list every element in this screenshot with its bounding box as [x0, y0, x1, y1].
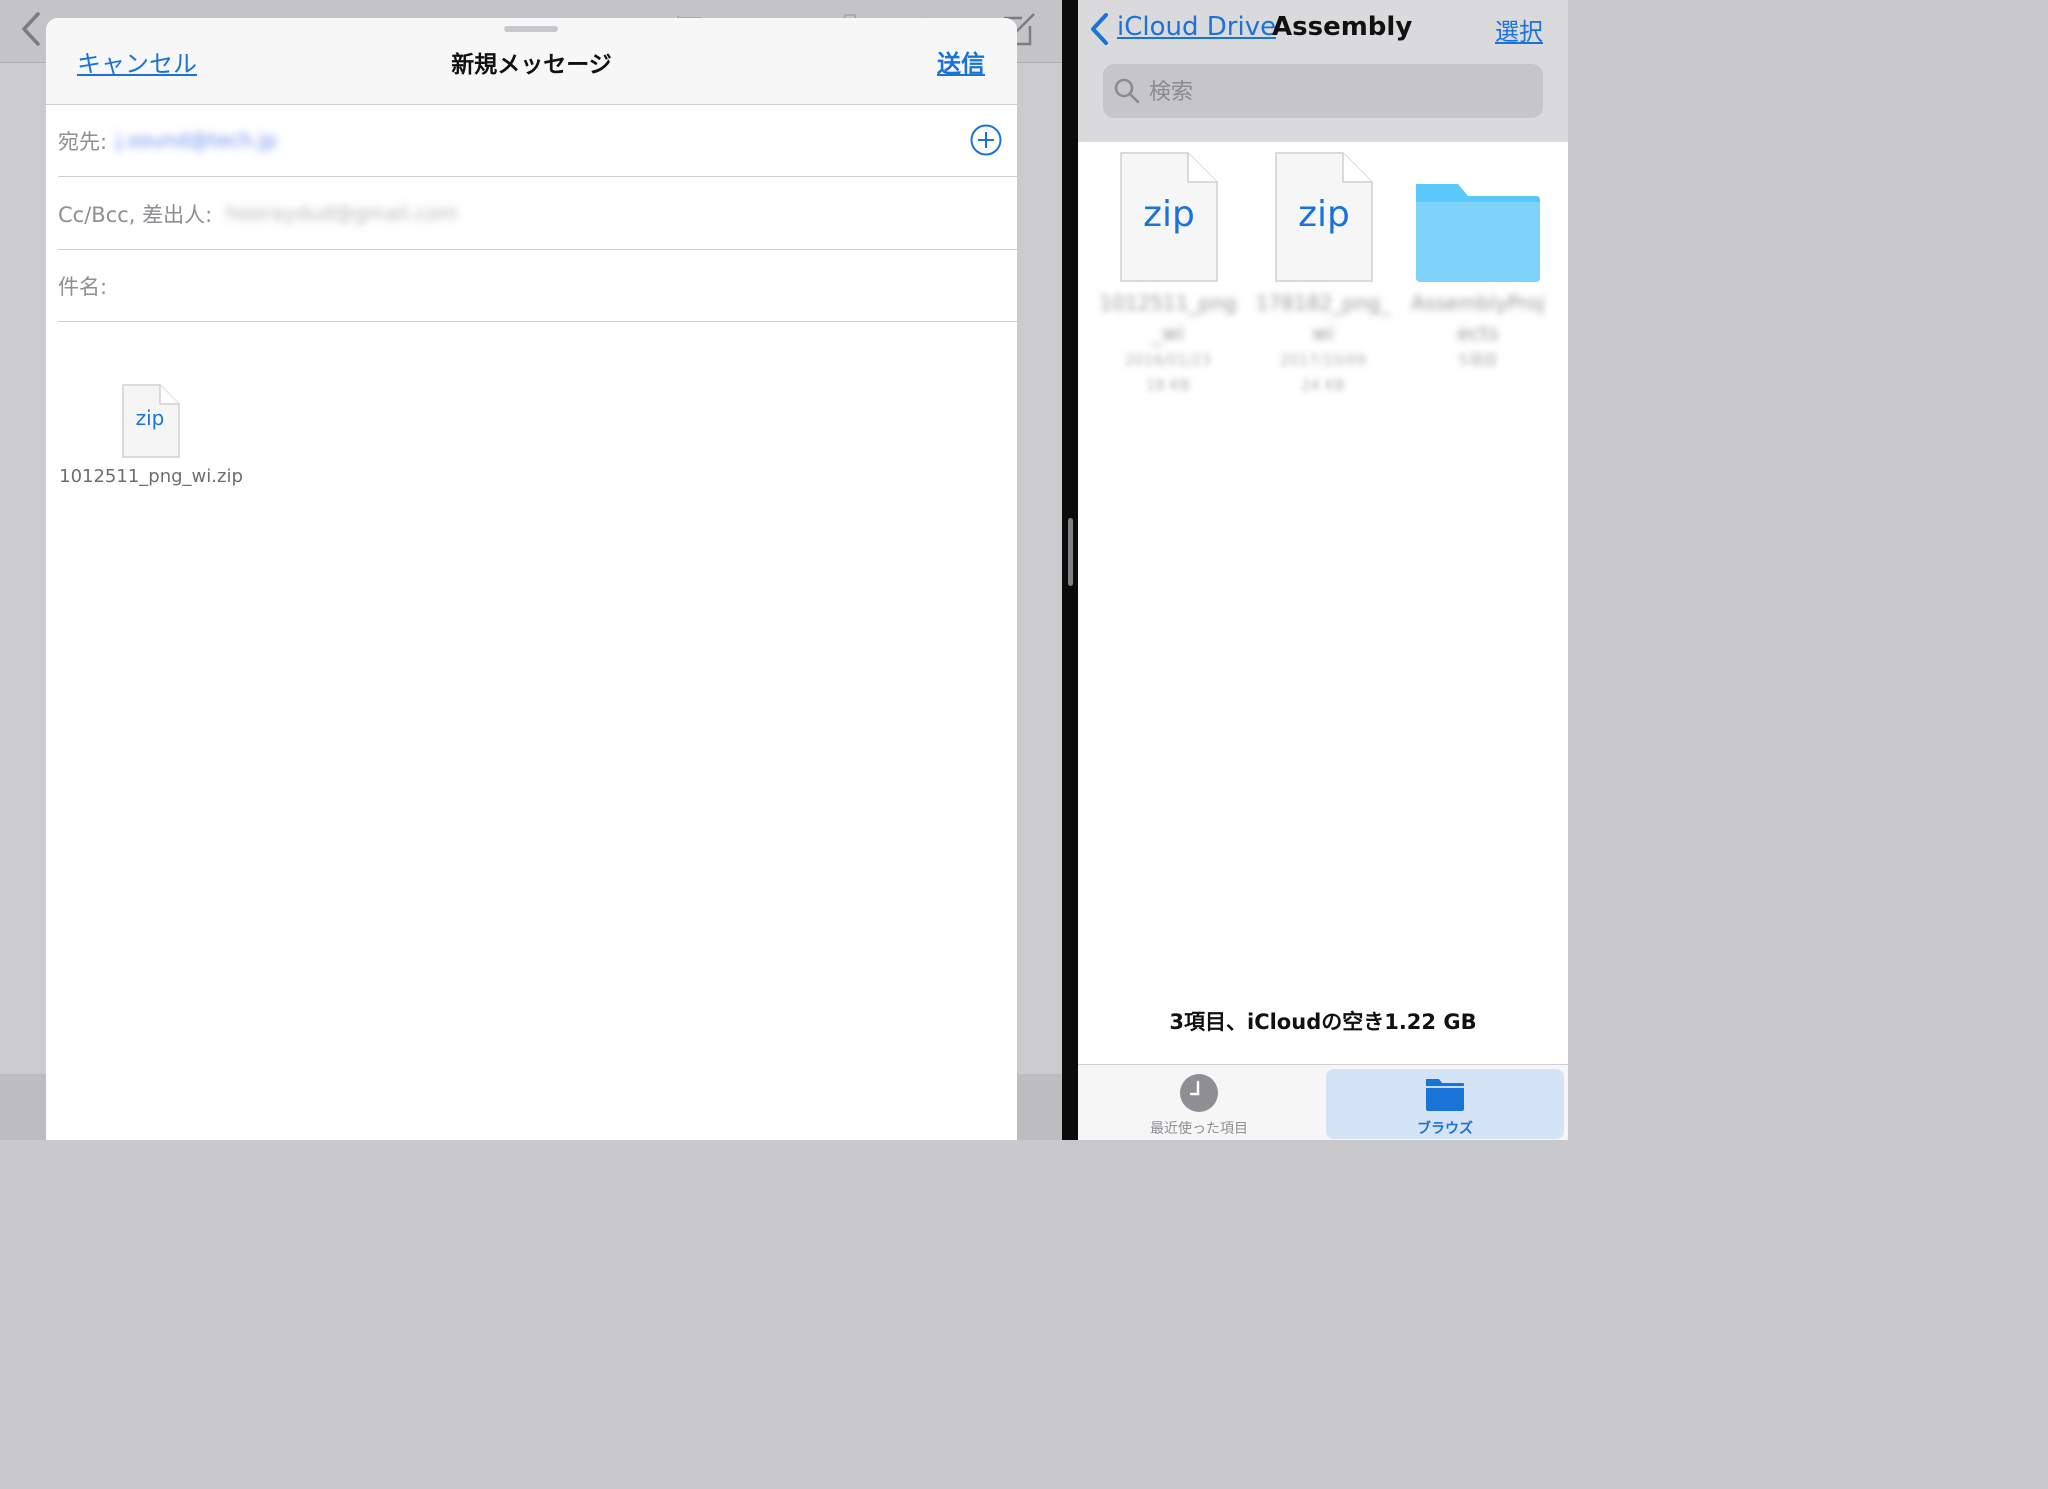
- compose-header: キャンセル 新規メッセージ 送信: [46, 18, 1017, 105]
- to-label: 宛先:: [58, 130, 108, 154]
- search-bar[interactable]: [1103, 64, 1543, 118]
- zip-file-icon: zip: [1120, 152, 1218, 286]
- compose-title: 新規メッセージ: [451, 52, 612, 78]
- split-view-handle[interactable]: [1068, 518, 1073, 586]
- file-type-label: zip: [1298, 194, 1350, 235]
- file-name: 178182_png_wi: [1255, 291, 1391, 345]
- back-button-label: iCloud Drive: [1117, 12, 1277, 42]
- storage-status: 3項目、iCloudの空き1.22 GB: [1169, 1010, 1477, 1034]
- tab-label: 最近使った項目: [1150, 1121, 1248, 1137]
- zip-file-icon: zip: [1275, 152, 1373, 286]
- file-item[interactable]: zip 1012511_png_wi 2016/01/23 18 KB: [1098, 152, 1238, 402]
- search-icon: [1114, 78, 1140, 104]
- file-name: 1012511_png_wi: [1099, 291, 1237, 345]
- mail-app-pane: キャンセル 新規メッセージ 送信 宛先: j.sound@tech.jp Cc/…: [0, 0, 1062, 1140]
- file-meta: 2017/10/09 24 KB: [1253, 348, 1393, 398]
- tab-browse[interactable]: ブラウズ: [1326, 1069, 1564, 1139]
- folder-meta: 5項目: [1408, 348, 1548, 373]
- files-app-pane: iCloud Drive Assembly 選択 zip 1012511_png…: [1078, 0, 1568, 1140]
- search-input[interactable]: [1147, 71, 1531, 113]
- folder-title: Assembly: [1272, 12, 1413, 42]
- cc-field-row[interactable]: Cc/Bcc, 差出人: hooraydud@gmail.com: [58, 177, 1017, 250]
- subject-input[interactable]: [112, 263, 976, 305]
- zip-file-icon: zip: [122, 384, 180, 462]
- file-size: 24 KB: [1301, 376, 1345, 394]
- files-nav-bar: iCloud Drive Assembly 選択: [1078, 0, 1568, 142]
- folder-item[interactable]: AssemblyProjects 5項目: [1408, 152, 1548, 402]
- folder-item-count: 5項目: [1458, 351, 1498, 369]
- tab-recents[interactable]: 最近使った項目: [1080, 1069, 1318, 1139]
- folder-name: AssemblyProjects: [1411, 291, 1545, 345]
- compose-sheet: キャンセル 新規メッセージ 送信 宛先: j.sound@tech.jp Cc/…: [46, 18, 1017, 1140]
- file-meta: 2016/01/23 18 KB: [1098, 348, 1238, 398]
- tab-bar: 最近使った項目 ブラウズ: [1078, 1064, 1568, 1140]
- send-button[interactable]: 送信: [937, 44, 985, 79]
- chevron-left-icon: [1091, 13, 1108, 45]
- subject-label: 件名:: [58, 275, 108, 299]
- file-item[interactable]: zip 178182_png_wi 2017/10/09 24 KB: [1253, 152, 1393, 402]
- file-date: 2016/01/23: [1124, 351, 1212, 369]
- select-button[interactable]: 選択: [1495, 12, 1543, 47]
- clock-icon: [1180, 1074, 1218, 1112]
- subject-field-row[interactable]: 件名:: [58, 249, 1017, 322]
- folder-icon: [1416, 184, 1540, 282]
- from-address[interactable]: hooraydud@gmail.com: [226, 201, 458, 225]
- file-type-label: zip: [1143, 194, 1195, 235]
- folder-icon: [1426, 1079, 1464, 1111]
- tab-label: ブラウズ: [1417, 1121, 1473, 1137]
- chevron-left-icon: [22, 12, 40, 46]
- file-size: 18 KB: [1146, 376, 1190, 394]
- attachment-type-label: zip: [135, 406, 165, 430]
- to-field-row[interactable]: 宛先: j.sound@tech.jp: [58, 104, 1017, 177]
- cc-label: Cc/Bcc, 差出人:: [58, 203, 213, 227]
- to-recipient[interactable]: j.sound@tech.jp: [116, 128, 277, 152]
- plus-circle-icon[interactable]: [970, 124, 1002, 156]
- file-date: 2017/10/09: [1279, 351, 1367, 369]
- split-view-divider: [1062, 0, 1078, 1140]
- attachment-filename: 1012511_png_wi.zip: [59, 466, 243, 487]
- sheet-grabber[interactable]: [504, 26, 558, 32]
